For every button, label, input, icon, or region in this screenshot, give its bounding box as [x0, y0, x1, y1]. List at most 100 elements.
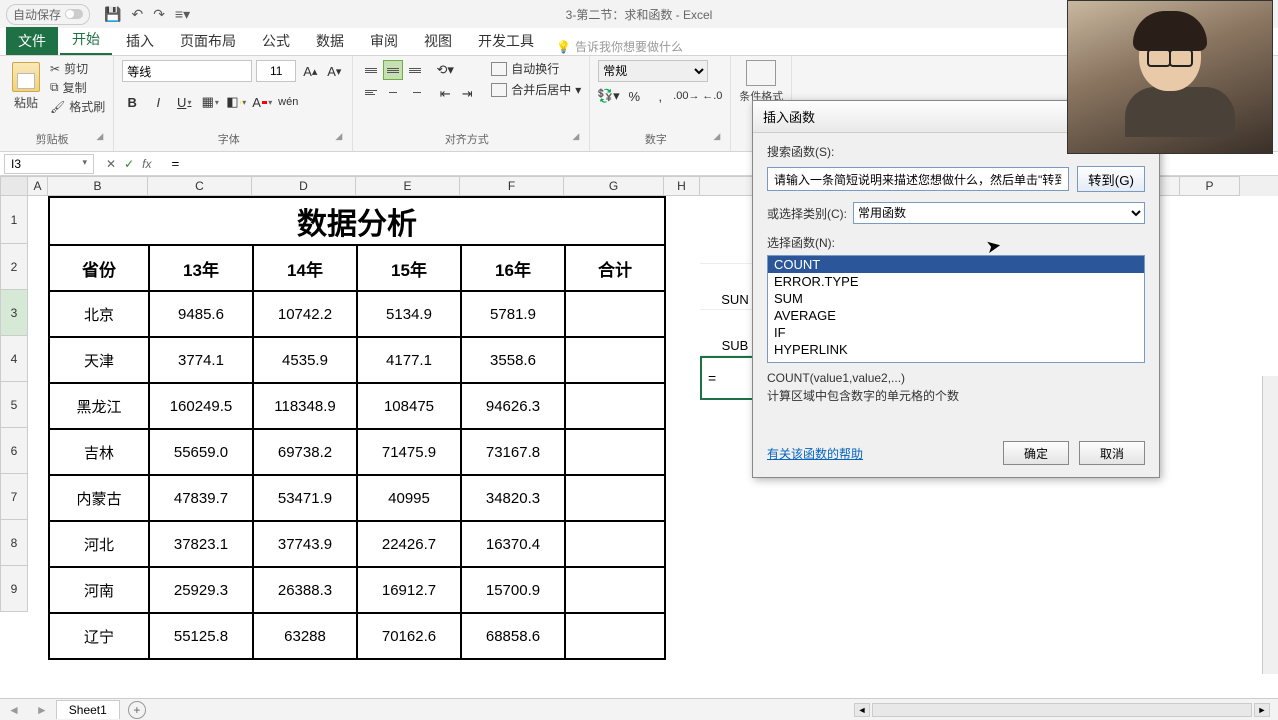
- tab-data[interactable]: 数据: [304, 27, 356, 55]
- table-cell[interactable]: 94626.3: [461, 383, 565, 429]
- table-header[interactable]: 15年: [357, 245, 461, 291]
- row-header-2[interactable]: 2: [0, 244, 28, 290]
- function-item-hyperlink[interactable]: HYPERLINK: [768, 341, 1144, 358]
- table-cell[interactable]: 北京: [49, 291, 149, 337]
- select-all-corner[interactable]: [0, 176, 28, 196]
- save-icon[interactable]: 💾: [104, 6, 121, 23]
- font-size-input[interactable]: [256, 60, 296, 82]
- cancel-formula-button[interactable]: ✕: [106, 157, 116, 171]
- grow-font-button[interactable]: A▴: [300, 61, 320, 81]
- increase-indent-button[interactable]: ⇥: [457, 84, 477, 104]
- row-header-8[interactable]: 8: [0, 520, 28, 566]
- underline-button[interactable]: U▾: [174, 92, 194, 112]
- table-cell[interactable]: 63288: [253, 613, 357, 659]
- search-function-input[interactable]: [767, 167, 1069, 191]
- table-cell[interactable]: 5134.9: [357, 291, 461, 337]
- table-cell[interactable]: 55125.8: [149, 613, 253, 659]
- col-header-a[interactable]: A: [28, 176, 48, 196]
- table-cell[interactable]: 118348.9: [253, 383, 357, 429]
- table-cell[interactable]: 37823.1: [149, 521, 253, 567]
- table-cell[interactable]: 25929.3: [149, 567, 253, 613]
- scroll-left-icon[interactable]: ◄: [854, 703, 870, 717]
- function-item-if[interactable]: IF: [768, 324, 1144, 341]
- italic-button[interactable]: I: [148, 92, 168, 112]
- accounting-button[interactable]: 💱▾: [598, 86, 618, 106]
- table-cell[interactable]: 69738.2: [253, 429, 357, 475]
- function-item-count[interactable]: COUNT: [768, 256, 1144, 273]
- table-cell[interactable]: 68858.6: [461, 613, 565, 659]
- tab-layout[interactable]: 页面布局: [168, 27, 248, 55]
- insert-function-button[interactable]: fx: [142, 157, 151, 171]
- table-cell[interactable]: 吉林: [49, 429, 149, 475]
- decrease-decimal-button[interactable]: ←.0: [702, 86, 722, 106]
- percent-button[interactable]: %: [624, 86, 644, 106]
- merge-center-button[interactable]: 合并后居中▾: [491, 81, 581, 98]
- scroll-track[interactable]: [872, 703, 1252, 717]
- table-cell[interactable]: [565, 567, 665, 613]
- col-header-p[interactable]: P: [1180, 176, 1240, 196]
- function-list[interactable]: COUNTERROR.TYPESUMAVERAGEIFHYPERLINKMAX: [767, 255, 1145, 363]
- tab-dev[interactable]: 开发工具: [466, 27, 546, 55]
- help-link[interactable]: 有关该函数的帮助: [767, 445, 863, 462]
- format-painter-button[interactable]: 🖌格式刷: [50, 98, 105, 115]
- align-top-button[interactable]: [361, 60, 381, 80]
- function-item-max[interactable]: MAX: [768, 358, 1144, 363]
- tab-view[interactable]: 视图: [412, 27, 464, 55]
- qat-customize-icon[interactable]: ≡▾: [175, 6, 190, 23]
- table-cell[interactable]: 4177.1: [357, 337, 461, 383]
- table-cell[interactable]: 10742.2: [253, 291, 357, 337]
- table-cell[interactable]: 河北: [49, 521, 149, 567]
- align-right-button[interactable]: [405, 82, 425, 102]
- align-middle-button[interactable]: [383, 60, 403, 80]
- tell-me[interactable]: 💡告诉我你想要做什么: [556, 38, 683, 55]
- fill-color-button[interactable]: ◧▾: [226, 92, 246, 112]
- table-cell[interactable]: 40995: [357, 475, 461, 521]
- table-cell[interactable]: 3558.6: [461, 337, 565, 383]
- add-sheet-button[interactable]: +: [128, 701, 146, 719]
- table-cell[interactable]: [565, 383, 665, 429]
- table-cell[interactable]: [565, 291, 665, 337]
- table-cell[interactable]: [565, 613, 665, 659]
- font-color-button[interactable]: A▾: [252, 92, 272, 112]
- bold-button[interactable]: B: [122, 92, 142, 112]
- col-header-b[interactable]: B: [48, 176, 148, 196]
- table-cell[interactable]: 70162.6: [357, 613, 461, 659]
- table-header[interactable]: 13年: [149, 245, 253, 291]
- dialog-launcher-icon[interactable]: ◢: [96, 131, 103, 142]
- table-cell[interactable]: 160249.5: [149, 383, 253, 429]
- sheet-nav-next[interactable]: ►: [28, 703, 56, 717]
- cancel-button[interactable]: 取消: [1079, 441, 1145, 465]
- font-name-input[interactable]: [122, 60, 252, 82]
- table-cell[interactable]: 16912.7: [357, 567, 461, 613]
- ok-button[interactable]: 确定: [1003, 441, 1069, 465]
- sheet-tab-1[interactable]: Sheet1: [56, 700, 120, 719]
- increase-decimal-button[interactable]: .00→: [676, 86, 696, 106]
- paste-button[interactable]: 粘贴: [8, 60, 44, 113]
- table-cell[interactable]: 22426.7: [357, 521, 461, 567]
- function-item-average[interactable]: AVERAGE: [768, 307, 1144, 324]
- category-select[interactable]: 常用函数: [853, 202, 1145, 224]
- table-cell[interactable]: 16370.4: [461, 521, 565, 567]
- redo-icon[interactable]: ↷: [153, 6, 165, 23]
- table-cell[interactable]: 34820.3: [461, 475, 565, 521]
- table-cell[interactable]: 9485.6: [149, 291, 253, 337]
- dialog-launcher-icon[interactable]: ◢: [572, 131, 579, 142]
- orientation-button[interactable]: ⟲▾: [435, 60, 455, 80]
- vertical-scrollbar[interactable]: [1262, 376, 1278, 674]
- tab-file[interactable]: 文件: [6, 27, 58, 55]
- table-cell[interactable]: 天津: [49, 337, 149, 383]
- table-cell[interactable]: [565, 475, 665, 521]
- table-cell[interactable]: 河南: [49, 567, 149, 613]
- table-cell[interactable]: 55659.0: [149, 429, 253, 475]
- border-button[interactable]: ▦▾: [200, 92, 220, 112]
- table-cell[interactable]: 辽宁: [49, 613, 149, 659]
- tab-insert[interactable]: 插入: [114, 27, 166, 55]
- table-header[interactable]: 省份: [49, 245, 149, 291]
- dialog-launcher-icon[interactable]: ◢: [713, 131, 720, 142]
- table-cell[interactable]: 47839.7: [149, 475, 253, 521]
- col-header-g[interactable]: G: [564, 176, 664, 196]
- col-header-c[interactable]: C: [148, 176, 252, 196]
- table-header[interactable]: 合计: [565, 245, 665, 291]
- table-cell[interactable]: 37743.9: [253, 521, 357, 567]
- dialog-launcher-icon[interactable]: ◢: [335, 131, 342, 142]
